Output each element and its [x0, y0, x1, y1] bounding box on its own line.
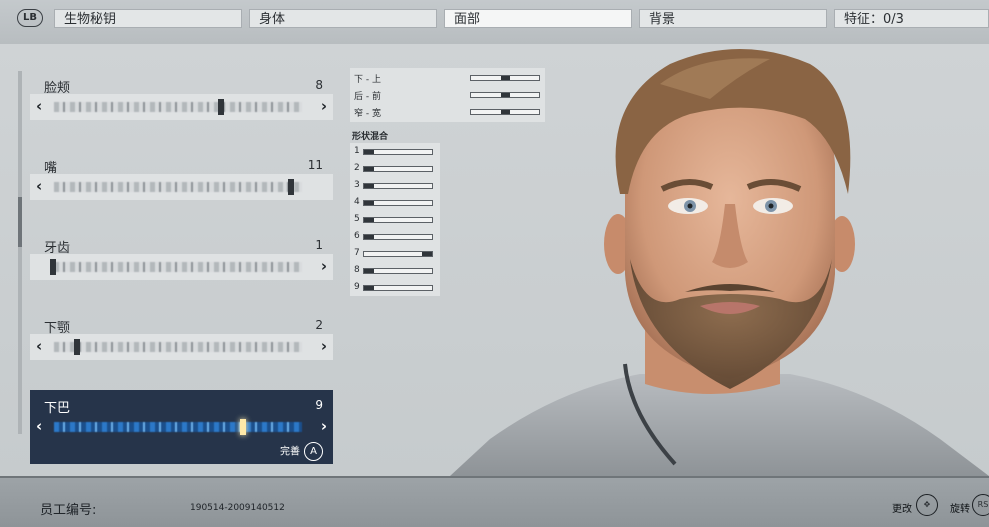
slider-barcode [54, 422, 302, 432]
adjust-label: 后 - 前 [354, 92, 381, 102]
chevron-left-icon[interactable]: ‹ [36, 337, 42, 355]
blend-row[interactable]: 6 [350, 229, 440, 244]
blend-label: 4 [354, 197, 360, 207]
feature-cheeks[interactable]: 脸颊 8 ‹ › [30, 74, 333, 124]
feature-value: 11 [307, 158, 323, 172]
tab-biokey[interactable]: 生物秘钥 [54, 9, 242, 28]
character-portrait[interactable] [450, 44, 989, 476]
slider-barcode [54, 102, 302, 112]
slider-knob[interactable] [288, 179, 294, 195]
rotate-hint-label: 旋转 [950, 504, 970, 515]
blend-slider[interactable] [363, 183, 433, 189]
blend-knob[interactable] [364, 235, 374, 239]
feature-slider[interactable]: › [30, 254, 333, 280]
blend-label: 9 [354, 282, 360, 292]
chevron-right-icon[interactable]: › [321, 337, 327, 355]
blend-slider[interactable] [363, 200, 433, 206]
adjust-label: 下 - 上 [354, 75, 381, 85]
feature-slider[interactable]: ‹ › [30, 414, 333, 440]
blend-slider[interactable] [363, 217, 433, 223]
feature-value: 9 [315, 398, 323, 412]
confirm-label: 完善 [280, 446, 300, 458]
feature-value: 8 [315, 78, 323, 92]
chevron-right-icon[interactable]: › [321, 417, 327, 435]
employee-id-label: 员工编号: [40, 503, 97, 518]
blend-row[interactable]: 7 [350, 246, 440, 261]
blend-label: 5 [354, 214, 360, 224]
tab-face[interactable]: 面部 [444, 9, 632, 28]
blend-knob[interactable] [364, 269, 374, 273]
blend-label: 3 [354, 180, 360, 190]
change-hint-label: 更改 [892, 504, 912, 515]
employee-id-value: 190514-2009140512 [190, 503, 285, 513]
blend-label: 1 [354, 146, 360, 156]
slider-knob[interactable] [218, 99, 224, 115]
blend-label: 2 [354, 163, 360, 173]
slider-knob[interactable] [240, 419, 246, 435]
chevron-left-icon[interactable]: ‹ [36, 97, 42, 115]
character-head-image [450, 49, 989, 476]
blend-knob[interactable] [364, 201, 374, 205]
dpad-icon[interactable]: ✥ [916, 494, 938, 516]
lb-bumper-button[interactable]: LB [17, 9, 43, 27]
tab-traits[interactable]: 特征：0/3 [834, 9, 989, 28]
blend-knob[interactable] [364, 167, 374, 171]
feature-list-scrollbar[interactable] [18, 71, 22, 434]
blend-row[interactable]: 1 [350, 144, 440, 159]
chevron-right-icon[interactable]: › [321, 257, 327, 275]
blend-row[interactable]: 8 [350, 263, 440, 278]
slider-knob[interactable] [74, 339, 80, 355]
blend-label: 7 [354, 248, 360, 258]
blend-slider[interactable] [363, 251, 433, 257]
top-tab-bar: LB 生物秘钥 身体 面部 背景 特征：0/3 [0, 0, 989, 45]
blend-label: 8 [354, 265, 360, 275]
blend-row[interactable]: 2 [350, 161, 440, 176]
feature-list-scroll-thumb[interactable] [18, 197, 22, 247]
chevron-left-icon[interactable]: ‹ [36, 177, 42, 195]
tab-body[interactable]: 身体 [249, 9, 437, 28]
blend-slider[interactable] [363, 285, 433, 291]
tab-background[interactable]: 背景 [639, 9, 827, 28]
a-button-icon: A [304, 442, 323, 461]
feature-value: 2 [315, 318, 323, 332]
blend-row[interactable]: 3 [350, 178, 440, 193]
feature-mouth[interactable]: 嘴 11 ‹ [30, 154, 333, 204]
blend-knob[interactable] [364, 286, 374, 290]
feature-value: 1 [315, 238, 323, 252]
blend-slider[interactable] [363, 149, 433, 155]
blend-knob[interactable] [364, 218, 374, 222]
feature-jaw[interactable]: 下颚 2 ‹ › [30, 314, 333, 364]
blend-slider[interactable] [363, 166, 433, 172]
slider-knob[interactable] [50, 259, 56, 275]
blend-knob[interactable] [422, 252, 432, 256]
blend-row[interactable]: 4 [350, 195, 440, 210]
chevron-right-icon[interactable]: › [321, 97, 327, 115]
adjust-label: 窄 - 宽 [354, 109, 381, 119]
rs-stick-icon[interactable]: RS [972, 494, 989, 516]
shape-blend-title: 形状混合 [352, 132, 389, 142]
feature-slider[interactable]: ‹ › [30, 334, 333, 360]
feature-teeth[interactable]: 牙齿 1 › [30, 234, 333, 284]
shape-blend-panel: 1 2 3 4 5 6 7 8 9 [350, 143, 440, 296]
feature-chin[interactable]: 下巴 9 ‹ › 完善 A [30, 390, 333, 464]
face-editor-area: 脸颊 8 ‹ › 嘴 11 ‹ 牙齿 1 › 下颚 2 ‹ › 下巴 9 ‹ ›… [0, 44, 989, 476]
confirm-hint[interactable]: 完善 A [280, 442, 323, 461]
feature-slider[interactable]: ‹ [30, 174, 333, 200]
slider-barcode [54, 262, 302, 272]
chevron-left-icon[interactable]: ‹ [36, 417, 42, 435]
blend-slider[interactable] [363, 268, 433, 274]
bottom-bar: 员工编号: 190514-2009140512 更改 ✥ 旋转 RS [0, 476, 989, 527]
blend-label: 6 [354, 231, 360, 241]
feature-slider[interactable]: ‹ › [30, 94, 333, 120]
blend-slider[interactable] [363, 234, 433, 240]
blend-knob[interactable] [364, 184, 374, 188]
slider-barcode [54, 182, 302, 192]
blend-row[interactable]: 9 [350, 280, 440, 295]
slider-barcode [54, 342, 302, 352]
blend-knob[interactable] [364, 150, 374, 154]
blend-row[interactable]: 5 [350, 212, 440, 227]
